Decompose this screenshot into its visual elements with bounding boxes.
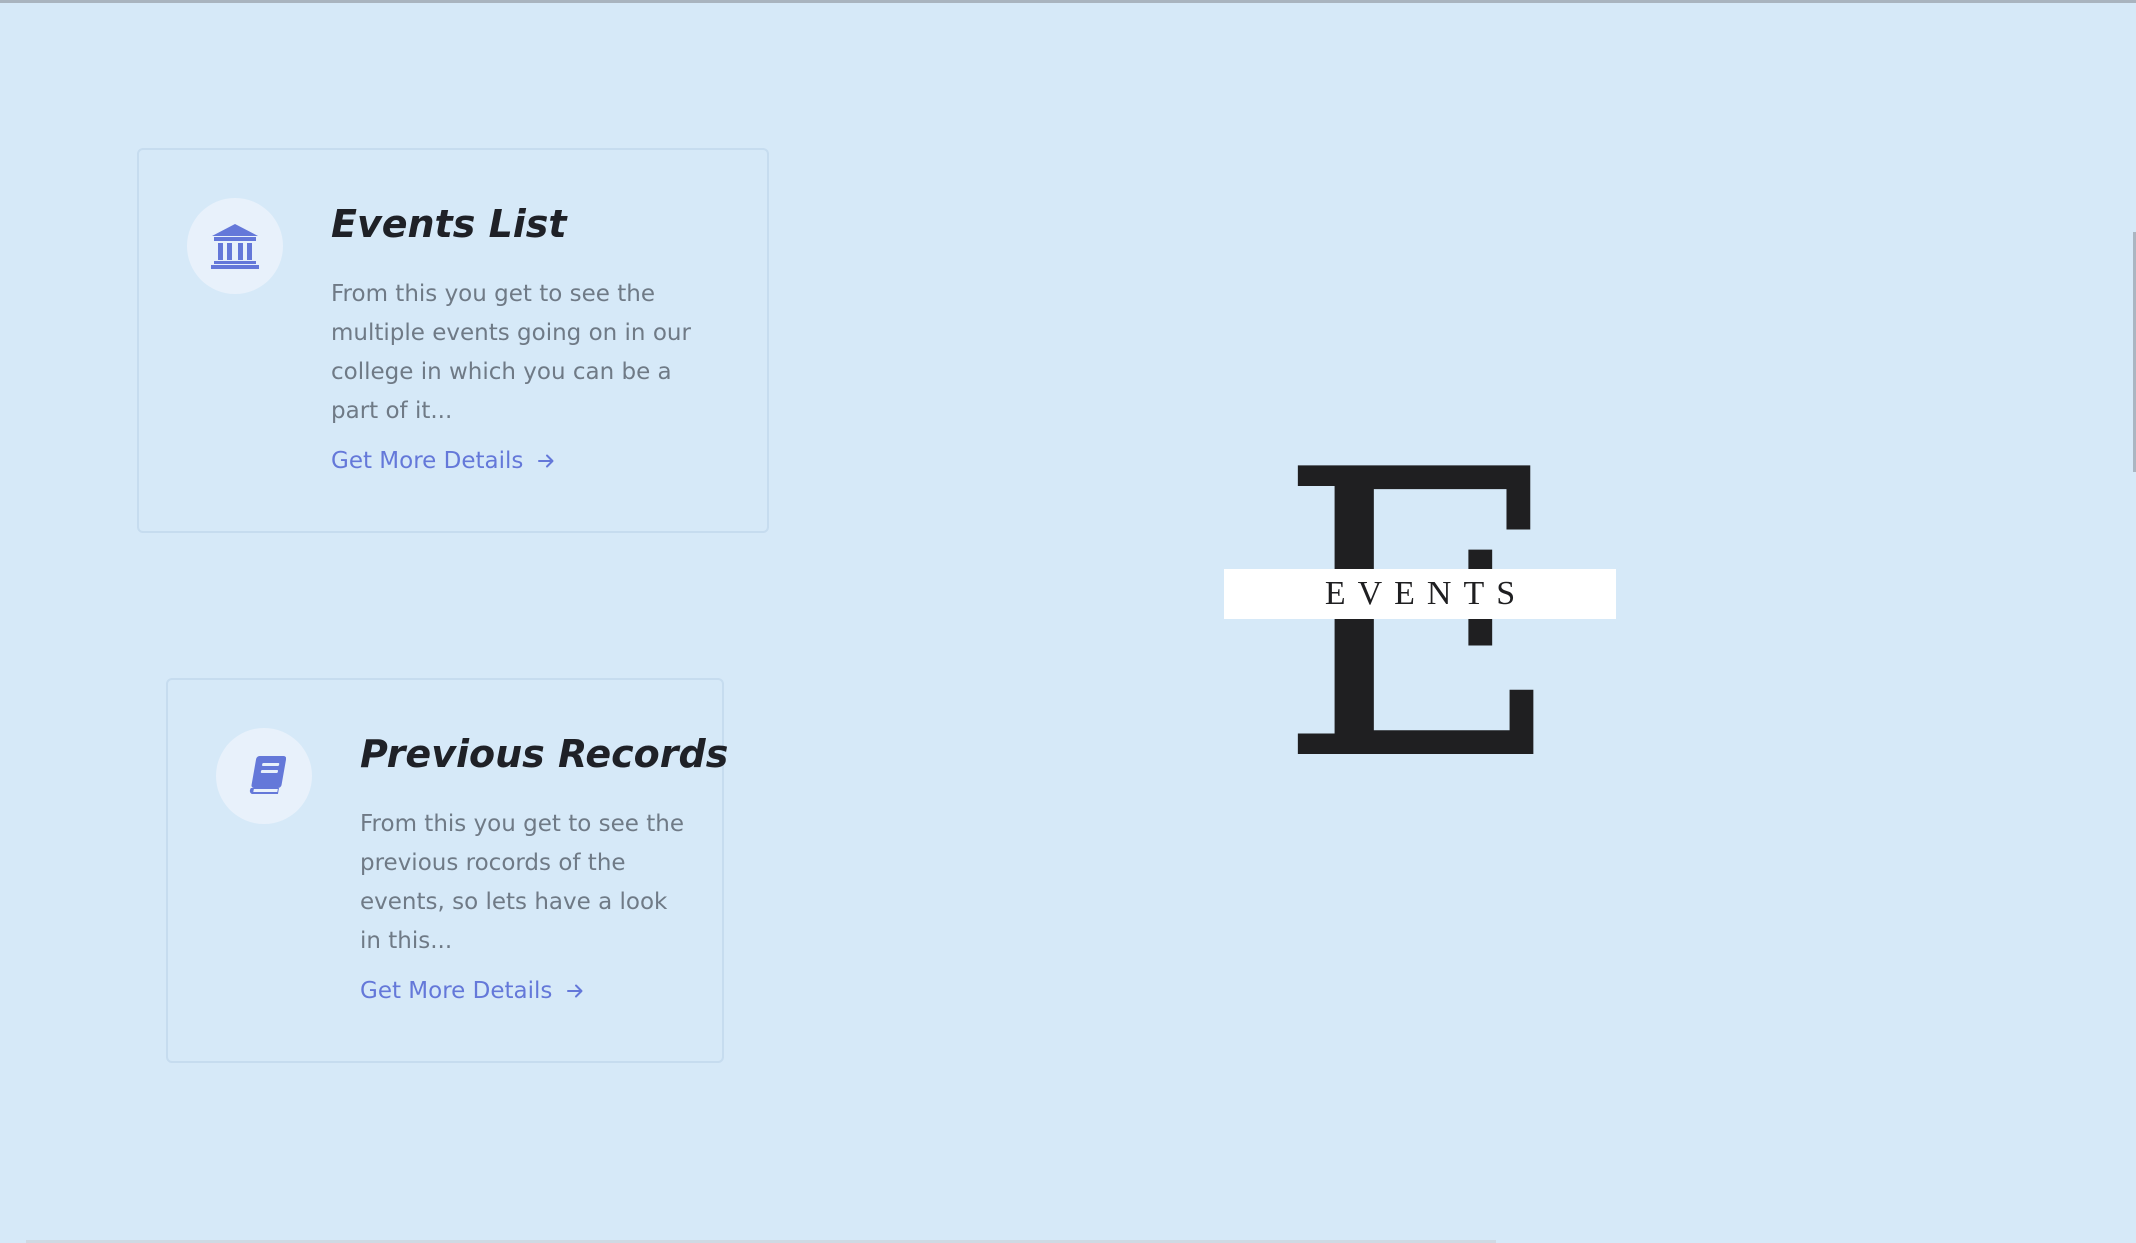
events-list-details-link[interactable]: Get More Details: [331, 448, 555, 474]
previous-records-card: Previous Records From this you get to se…: [166, 678, 728, 1063]
events-list-description: From this you get to see the multiple ev…: [331, 281, 691, 424]
window-top-border: [0, 0, 2136, 3]
events-logo: E EVENTS: [1224, 420, 1616, 816]
logo-banner: EVENTS: [1224, 569, 1616, 619]
book-icon: [249, 756, 286, 794]
logo-wordmark: EVENTS: [1324, 575, 1528, 612]
previous-records-title: Previous Records: [360, 732, 729, 776]
previous-records-details-link[interactable]: Get More Details: [360, 978, 584, 1004]
events-list-details-label: Get More Details: [331, 448, 524, 474]
arrow-right-icon: [538, 454, 554, 468]
arrow-right-icon: [567, 984, 583, 998]
events-list-icon-circle: [187, 198, 283, 294]
previous-records-description: From this you get to see the previous ro…: [360, 811, 684, 954]
previous-records-icon-circle: [216, 728, 312, 824]
events-list-title: Events List: [331, 202, 567, 246]
events-list-card: Events List From this you get to see the…: [137, 148, 769, 533]
bank-building-icon: [211, 224, 259, 269]
previous-records-details-label: Get More Details: [360, 978, 553, 1004]
